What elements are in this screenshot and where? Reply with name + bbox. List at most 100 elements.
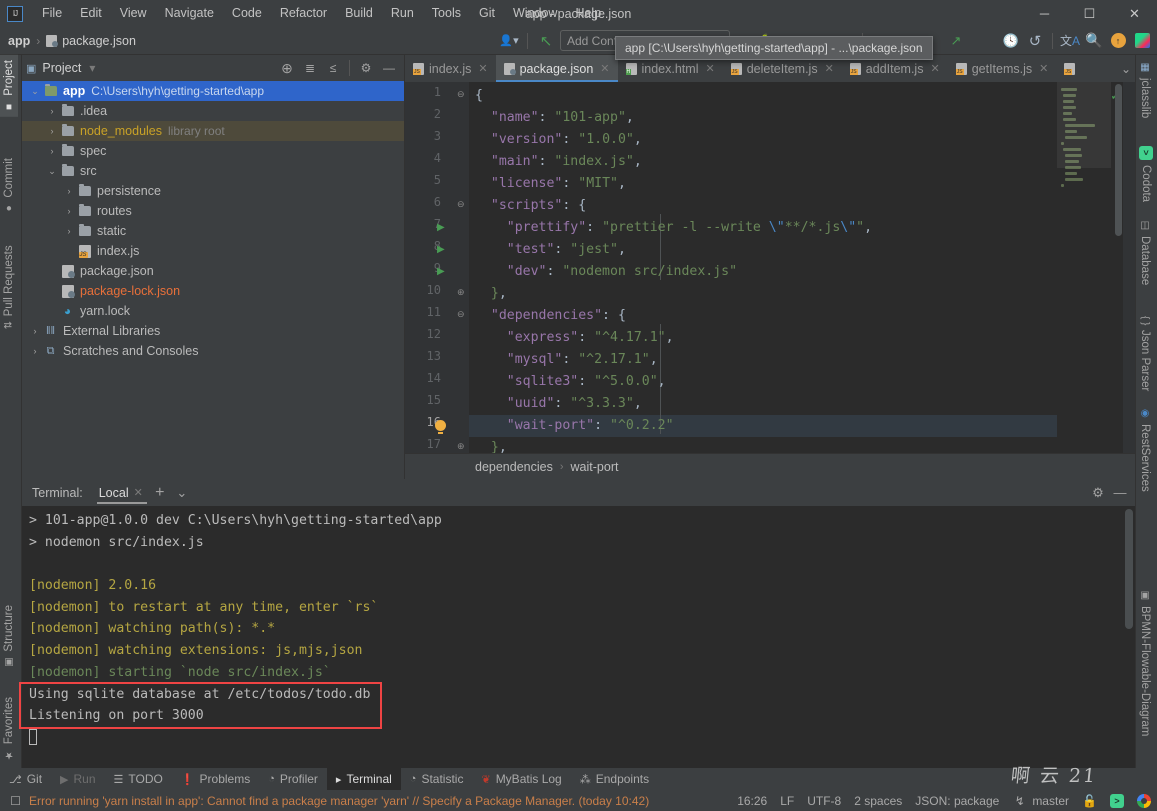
- code-line[interactable]: "sqlite3": "^5.0.0",: [475, 371, 666, 393]
- minimize-button[interactable]: ─: [1022, 0, 1067, 27]
- close-icon[interactable]: ✕: [478, 62, 487, 75]
- codota-icon[interactable]: >: [1110, 793, 1124, 808]
- intention-bulb-icon[interactable]: [435, 420, 446, 434]
- status-encoding[interactable]: UTF-8: [807, 794, 841, 808]
- breadcrumb-dependencies[interactable]: dependencies: [475, 460, 553, 474]
- status-message-group[interactable]: ☐ Error running 'yarn install in app': C…: [8, 793, 649, 808]
- menu-item-file[interactable]: File: [33, 0, 71, 27]
- editor-gutter[interactable]: 1 ⊖ 2 3 4 5 6 ⊖ 7 ▶ 8 ▶ 9 ▶ 10 ⊕ 11 ⊖ 12 13 14 15 16 17 ⊕: [405, 82, 469, 453]
- terminal-scrollbar[interactable]: [1125, 509, 1133, 765]
- sidebar-item-database[interactable]: ◫ Database: [1136, 215, 1154, 290]
- chevron-right-icon[interactable]: ›: [62, 226, 76, 236]
- code-line[interactable]: "test": "jest",: [475, 239, 626, 261]
- code-minimap[interactable]: [1057, 82, 1111, 453]
- code-fold-icon[interactable]: ⊕: [457, 287, 465, 298]
- code-line[interactable]: "uuid": "^3.3.3",: [475, 393, 642, 415]
- tree-node-package-lock-json[interactable]: package-lock.json: [22, 281, 404, 301]
- tree-node-routes[interactable]: › routes: [22, 201, 404, 221]
- editor-tab-package-json[interactable]: package.json ✕: [495, 55, 618, 82]
- user-avatar-icon[interactable]: 👤▾: [498, 30, 520, 52]
- code-line[interactable]: "express": "^4.17.1",: [475, 327, 674, 349]
- menu-item-refactor[interactable]: Refactor: [271, 0, 336, 27]
- menu-item-tools[interactable]: Tools: [423, 0, 470, 27]
- sidebar-item-rest-services[interactable]: ◉ RestServices: [1136, 403, 1154, 497]
- lock-icon[interactable]: 🔓: [1082, 793, 1097, 808]
- terminal-dropdown-icon[interactable]: ⌄: [171, 482, 193, 504]
- sidebar-item-bpmn-diagram[interactable]: ▣ BPMN-Flowable-Diagram: [1136, 585, 1154, 741]
- sidebar-item-json-parser[interactable]: { } Json Parser: [1136, 311, 1154, 397]
- maximize-button[interactable]: ☐: [1067, 0, 1112, 27]
- editor-tabs-overflow[interactable]: ⌄: [1121, 55, 1135, 82]
- tree-node-scratches-and-consoles[interactable]: › ⧉ Scratches and Consoles: [22, 341, 404, 361]
- expand-all-icon[interactable]: ≣: [299, 57, 321, 79]
- code-line[interactable]: "version": "1.0.0",: [475, 129, 642, 151]
- code-line[interactable]: "scripts": {: [475, 195, 586, 217]
- close-icon[interactable]: ✕: [825, 62, 834, 75]
- menu-item-navigate[interactable]: Navigate: [156, 0, 223, 27]
- close-icon[interactable]: ✕: [930, 62, 939, 75]
- new-terminal-button[interactable]: +: [149, 482, 171, 504]
- chevron-right-icon[interactable]: ›: [28, 346, 42, 356]
- tree-node-index-js[interactable]: JS index.js: [22, 241, 404, 261]
- minimap-viewport[interactable]: [1057, 82, 1111, 168]
- breadcrumb-wait-port[interactable]: wait-port: [571, 460, 619, 474]
- chevron-down-icon[interactable]: ⌄: [45, 166, 59, 177]
- editor-tab-extra[interactable]: [1056, 55, 1083, 82]
- hide-icon[interactable]: —: [378, 57, 400, 79]
- code-line[interactable]: "dev": "nodemon src/index.js": [475, 261, 737, 283]
- code-line[interactable]: {: [475, 85, 483, 107]
- close-icon[interactable]: ✕: [600, 62, 609, 75]
- menu-item-code[interactable]: Code: [223, 0, 271, 27]
- code-line[interactable]: "wait-port": "^0.2.2": [475, 415, 674, 437]
- vcs-update-icon[interactable]: ↖: [535, 30, 557, 52]
- tool-window-problems[interactable]: ❗ Problems: [172, 768, 259, 790]
- code-fold-icon[interactable]: ⊖: [457, 199, 465, 210]
- sidebar-item-favorites[interactable]: ★ Favorites: [0, 692, 18, 765]
- menu-item-edit[interactable]: Edit: [71, 0, 111, 27]
- sidebar-item-project[interactable]: ■ Project: [0, 55, 18, 117]
- close-button[interactable]: ✕: [1112, 0, 1157, 27]
- menu-item-git[interactable]: Git: [470, 0, 504, 27]
- status-line-separator[interactable]: LF: [780, 794, 794, 808]
- tool-window-run[interactable]: ▶ Run: [51, 768, 104, 790]
- tree-node-external-libraries[interactable]: › ‖‖ External Libraries: [22, 321, 404, 341]
- code-line[interactable]: "name": "101-app",: [475, 107, 634, 129]
- chevron-right-icon[interactable]: ›: [62, 186, 76, 196]
- menu-item-build[interactable]: Build: [336, 0, 382, 27]
- tree-node-src[interactable]: ⌄ src: [22, 161, 404, 181]
- tool-window-terminal[interactable]: ▸ Terminal: [326, 768, 401, 790]
- code-fold-icon[interactable]: ⊕: [457, 441, 465, 452]
- menu-item-window[interactable]: Window: [504, 0, 566, 27]
- breadcrumb-project[interactable]: app: [8, 34, 30, 48]
- menu-item-view[interactable]: View: [111, 0, 156, 27]
- code-fold-icon[interactable]: ⊖: [457, 309, 465, 320]
- tree-node-app[interactable]: ⌄ app C:\Users\hyh\getting-started\app: [22, 81, 404, 101]
- status-indent[interactable]: 2 spaces: [854, 794, 902, 808]
- chevron-right-icon[interactable]: ›: [45, 126, 59, 136]
- chevron-down-icon[interactable]: ⌄: [28, 86, 42, 97]
- build-icon[interactable]: ↗: [945, 30, 967, 52]
- tree-node-node-modules[interactable]: › node_modules library root: [22, 121, 404, 141]
- hide-icon[interactable]: —: [1109, 482, 1131, 504]
- tree-node--idea[interactable]: › .idea: [22, 101, 404, 121]
- code-line[interactable]: },: [475, 437, 507, 453]
- run-script-icon[interactable]: ▶: [437, 222, 445, 233]
- editor-scrollbar-thumb[interactable]: [1115, 84, 1122, 236]
- status-branch-group[interactable]: ↯ master: [1012, 793, 1069, 808]
- undo-icon[interactable]: ↺: [1024, 30, 1046, 52]
- close-icon[interactable]: ✕: [705, 62, 714, 75]
- code-line[interactable]: "license": "MIT",: [475, 173, 626, 195]
- translate-icon[interactable]: 文A: [1059, 30, 1081, 52]
- update-available-icon[interactable]: ↑: [1107, 30, 1129, 52]
- search-icon[interactable]: 🔍: [1083, 30, 1105, 52]
- tool-window-mybatis-log[interactable]: ❦ MyBatis Log: [472, 768, 570, 790]
- tool-window-todo[interactable]: ☰ TODO: [105, 768, 172, 790]
- chevron-down-icon[interactable]: ⌄: [1121, 62, 1131, 76]
- recent-files-icon[interactable]: 🕓: [1000, 30, 1022, 52]
- chevron-down-icon[interactable]: ▾: [89, 61, 95, 75]
- terminal-output[interactable]: > 101-app@1.0.0 dev C:\Users\hyh\getting…: [19, 506, 1135, 769]
- status-message[interactable]: Error running 'yarn install in app': Can…: [29, 794, 649, 808]
- code-line[interactable]: "dependencies": {: [475, 305, 626, 327]
- menu-item-run[interactable]: Run: [382, 0, 423, 27]
- settings-gear-icon[interactable]: ⚙: [1087, 482, 1109, 504]
